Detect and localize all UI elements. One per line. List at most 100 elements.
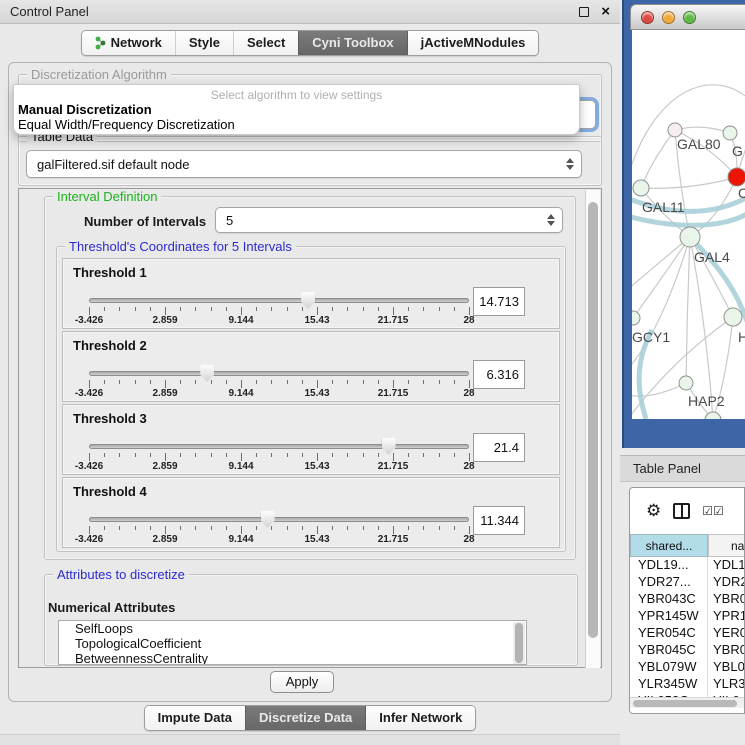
table-row[interactable]: YBR043CYBR0 <box>630 591 745 608</box>
scrollbar-thumb[interactable] <box>588 202 598 638</box>
tick-mark <box>104 380 105 384</box>
numerical-attributes-list[interactable]: SelfLoopsTopologicalCoefficientBetweenne… <box>58 620 527 665</box>
network-canvas[interactable]: GAL80GCGAL11GAL4GCY1HHAP2 <box>632 30 745 419</box>
network-node-c[interactable] <box>728 168 745 186</box>
network-edge[interactable] <box>686 237 690 383</box>
network-node-gal80[interactable] <box>668 123 682 137</box>
table-row[interactable]: YBR045CYBR0 <box>630 642 745 659</box>
tab-cyni-toolbox[interactable]: Cyni Toolbox <box>298 31 406 55</box>
threshold-slider-4[interactable] <box>89 517 469 522</box>
list-scrollbar[interactable] <box>513 622 525 664</box>
network-edge[interactable] <box>641 130 675 188</box>
bottom-strip <box>0 734 620 745</box>
horizontal-scrollbar[interactable] <box>630 697 744 708</box>
tab-network[interactable]: Network <box>82 31 175 55</box>
tick-mark <box>271 307 272 311</box>
table-row[interactable]: YDR27...YDR2 <box>630 574 745 591</box>
table-row[interactable]: YBL079WYBL0 <box>630 659 745 676</box>
list-item[interactable]: BetweennessCentrality <box>59 651 526 665</box>
dropdown-option-manual[interactable]: Manual Discretization <box>18 102 152 117</box>
cell-name: YDL1 <box>708 557 745 574</box>
scrollbar-thumb[interactable] <box>515 623 523 663</box>
cell-name: YBR0 <box>708 591 745 608</box>
mac-close-button[interactable] <box>641 11 654 24</box>
tick-mark <box>89 380 90 388</box>
threshold-panel-3: Threshold 3-3.4262.8599.14415.4321.71528… <box>62 404 560 475</box>
network-node-hap2[interactable] <box>679 376 693 390</box>
gear-icon[interactable]: ⚙ <box>646 502 661 519</box>
network-edge[interactable] <box>632 237 690 370</box>
tick-mark <box>454 307 455 311</box>
threshold-label: Threshold 3 <box>73 411 147 426</box>
table-row[interactable]: YER054CYER0 <box>630 625 745 642</box>
list-item[interactable]: TopologicalCoefficient <box>59 636 526 651</box>
tab-discretize-data[interactable]: Discretize Data <box>245 706 365 730</box>
tick-mark <box>287 380 288 384</box>
tab-impute-data[interactable]: Impute Data <box>145 706 245 730</box>
column-header-shared-name[interactable]: shared... <box>630 534 708 557</box>
tick-mark <box>408 526 409 530</box>
tick-mark <box>378 453 379 457</box>
slider-ticks <box>89 307 469 315</box>
threshold-value-field[interactable]: 6.316 <box>473 360 525 389</box>
group-title: Threshold's Coordinates for 5 Intervals <box>65 239 296 254</box>
tab-infer-network[interactable]: Infer Network <box>365 706 475 730</box>
threshold-panel-4: Threshold 4-3.4262.8599.14415.4321.71528… <box>62 477 560 548</box>
tick-mark <box>165 526 166 534</box>
tab-style[interactable]: Style <box>175 31 233 55</box>
tick-mark <box>135 380 136 384</box>
tick-mark <box>332 380 333 384</box>
mac-zoom-button[interactable] <box>683 11 696 24</box>
network-node-gal11[interactable] <box>633 180 649 196</box>
tab-jactivemnodules[interactable]: jActiveMNodules <box>407 31 539 55</box>
tick-label: 15.43 <box>304 315 329 326</box>
network-window-titlebar[interactable] <box>630 4 745 30</box>
column-header-name[interactable]: na <box>708 534 745 557</box>
table-data-value: galFiltered.sif default node <box>37 157 189 172</box>
tab-select[interactable]: Select <box>233 31 298 55</box>
tick-mark <box>165 453 166 461</box>
scrollbar-thumb[interactable] <box>633 700 737 707</box>
tick-mark <box>454 526 455 530</box>
float-icon[interactable] <box>579 7 589 17</box>
node-label: HAP2 <box>688 393 725 409</box>
stepper-icon <box>566 158 574 170</box>
tick-mark <box>150 307 151 311</box>
table-data-combobox[interactable]: galFiltered.sif default node <box>26 150 582 178</box>
threshold-slider-2[interactable] <box>89 371 469 376</box>
network-node-g[interactable] <box>723 126 737 140</box>
mac-minimize-button[interactable] <box>662 11 675 24</box>
number-of-intervals-combobox[interactable]: 5 <box>215 207 563 233</box>
apply-button[interactable]: Apply <box>270 671 334 693</box>
vertical-scrollbar[interactable] <box>585 190 600 668</box>
group-title: Discretization Algorithm <box>27 67 171 82</box>
tick-mark <box>393 526 394 534</box>
tick-mark <box>180 526 181 530</box>
tick-label: 28 <box>463 461 474 472</box>
network-node-gcy1[interactable] <box>632 311 640 325</box>
close-icon[interactable]: × <box>601 7 610 17</box>
tick-mark <box>150 380 151 384</box>
columns-icon[interactable] <box>673 503 690 519</box>
network-node-h[interactable] <box>724 308 742 326</box>
network-node-gal4[interactable] <box>680 227 700 247</box>
list-item[interactable]: SelfLoops <box>59 621 526 636</box>
threshold-slider-3[interactable] <box>89 444 469 449</box>
network-graph[interactable]: GAL80GCGAL11GAL4GCY1HHAP2 <box>632 30 745 419</box>
checkbox-icons[interactable]: ☑☑ <box>702 504 724 518</box>
dropdown-option-equal-width[interactable]: Equal Width/Frequency Discretization <box>18 117 235 132</box>
network-edge[interactable] <box>641 177 737 188</box>
tick-mark <box>165 380 166 388</box>
table-row[interactable]: YDL19...YDL1 <box>630 557 745 574</box>
network-edge[interactable] <box>675 127 730 133</box>
tick-mark <box>241 380 242 388</box>
table-row[interactable]: YLR345WYLR3 <box>630 676 745 693</box>
threshold-slider-1[interactable] <box>89 298 469 303</box>
tick-mark <box>256 526 257 530</box>
threshold-value-field[interactable]: 21.4 <box>473 433 525 462</box>
table-panel-title: Table Panel <box>633 461 701 476</box>
table-row[interactable]: YPR145WYPR1 <box>630 608 745 625</box>
threshold-value-field[interactable]: 11.344 <box>473 506 525 535</box>
threshold-value-field[interactable]: 14.713 <box>473 287 525 316</box>
tick-mark <box>256 307 257 311</box>
